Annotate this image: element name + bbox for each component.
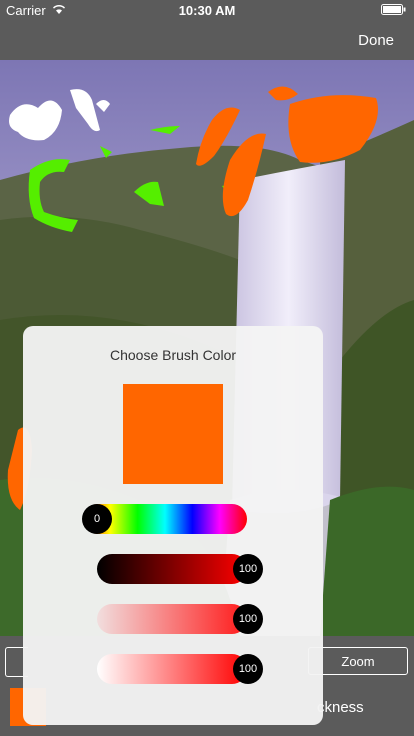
alpha-slider-track[interactable] [97,654,247,684]
alpha-slider-knob[interactable]: 100 [233,654,263,684]
saturation-slider-track[interactable] [97,604,247,634]
battery-icon [381,4,406,15]
status-bar: Carrier 10:30 AM [0,0,414,22]
brightness-slider-track[interactable] [97,554,247,584]
brightness-slider-knob[interactable]: 100 [233,554,263,584]
color-preview-swatch [123,384,223,484]
saturation-slider-knob[interactable]: 100 [233,604,263,634]
zoom-button[interactable]: Zoom [308,647,408,675]
status-time: 10:30 AM [178,3,236,18]
popup-title: Choose Brush Color [109,347,237,363]
navigation-bar: Done [0,22,414,60]
thickness-label[interactable]: ckness [317,699,364,716]
hue-slider-knob[interactable]: 0 [82,504,112,534]
done-button[interactable]: Done [358,32,394,49]
brush-color-popup: Choose Brush Color 0 100 100 100 [23,326,323,725]
